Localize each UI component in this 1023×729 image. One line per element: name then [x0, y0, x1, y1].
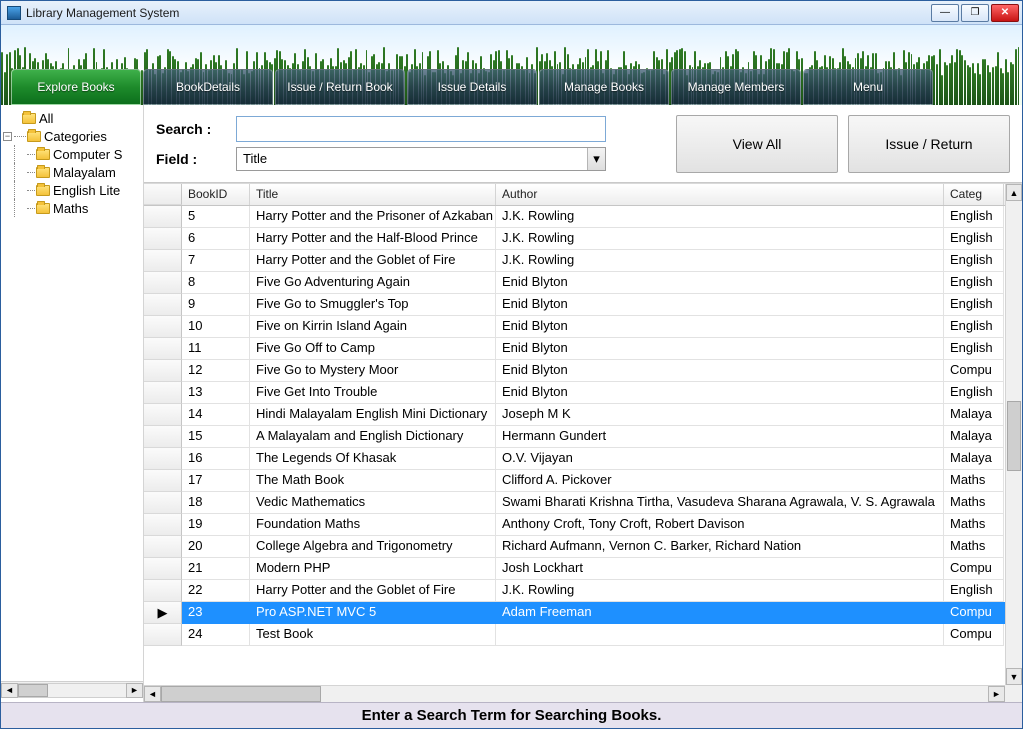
tab-issue-details[interactable]: Issue Details — [407, 69, 537, 105]
folder-icon — [36, 203, 50, 214]
tree-node-computer-s[interactable]: Computer S — [1, 145, 143, 163]
grid-v-scrollbar[interactable]: ▲ ▼ — [1005, 184, 1022, 685]
sidebar-h-scrollbar[interactable]: ◄ ► — [1, 681, 143, 698]
minimize-button[interactable]: — — [931, 4, 959, 22]
tree-node-categories[interactable]: −Categories — [1, 127, 143, 145]
tree-node-english-lite[interactable]: English Lite — [1, 181, 143, 199]
scroll-thumb[interactable] — [18, 684, 48, 697]
table-row[interactable]: 10Five on Kirrin Island AgainEnid Blyton… — [144, 316, 1005, 338]
category-sidebar: All−CategoriesComputer SMalayalamEnglish… — [1, 105, 144, 702]
column-header-title[interactable]: Title — [250, 184, 496, 205]
table-row[interactable]: 14Hindi Malayalam English Mini Dictionar… — [144, 404, 1005, 426]
grid-body[interactable]: 5Harry Potter and the Prisoner of Azkaba… — [144, 206, 1005, 685]
tab-manage-books[interactable]: Manage Books — [539, 69, 669, 105]
table-row[interactable]: 20College Algebra and TrigonometryRichar… — [144, 536, 1005, 558]
field-combobox[interactable]: Title ▾ — [236, 147, 606, 171]
header-banner: Explore BooksBookDetailsIssue / Return B… — [1, 25, 1022, 105]
folder-icon — [27, 131, 41, 142]
scroll-corner — [1005, 685, 1022, 702]
scroll-thumb[interactable] — [161, 686, 321, 702]
window-controls: — ❐ ✕ — [931, 4, 1019, 22]
table-row[interactable]: 21Modern PHPJosh LockhartCompu — [144, 558, 1005, 580]
tab-explore-books[interactable]: Explore Books — [11, 69, 141, 105]
tab-issue-return-book[interactable]: Issue / Return Book — [275, 69, 405, 105]
folder-icon — [36, 149, 50, 160]
tab-bookdetails[interactable]: BookDetails — [143, 69, 273, 105]
maximize-button[interactable]: ❐ — [961, 4, 989, 22]
grid-header: BookIDTitleAuthorCateg — [144, 184, 1005, 206]
tree-node-all[interactable]: All — [1, 109, 143, 127]
table-row[interactable]: ▶23Pro ASP.NET MVC 5Adam FreemanCompu — [144, 602, 1005, 624]
dropdown-icon: ▾ — [587, 148, 605, 170]
status-text: Enter a Search Term for Searching Books. — [362, 707, 662, 724]
table-row[interactable]: 9Five Go to Smuggler's TopEnid BlytonEng… — [144, 294, 1005, 316]
scroll-up-icon[interactable]: ▲ — [1006, 184, 1022, 201]
table-row[interactable]: 5Harry Potter and the Prisoner of Azkaba… — [144, 206, 1005, 228]
table-row[interactable]: 19Foundation MathsAnthony Croft, Tony Cr… — [144, 514, 1005, 536]
search-label: Search : — [156, 121, 236, 137]
table-row[interactable]: 13Five Get Into TroubleEnid BlytonEnglis… — [144, 382, 1005, 404]
table-row[interactable]: 18Vedic MathematicsSwami Bharati Krishna… — [144, 492, 1005, 514]
tab-menu[interactable]: Menu — [803, 69, 933, 105]
table-row[interactable]: 7Harry Potter and the Goblet of FireJ.K.… — [144, 250, 1005, 272]
tree-node-malayalam[interactable]: Malayalam — [1, 163, 143, 181]
app-icon — [7, 6, 21, 20]
search-panel: Search : Field : Title ▾ View All Issue … — [144, 105, 1022, 183]
table-row[interactable]: 15A Malayalam and English DictionaryHerm… — [144, 426, 1005, 448]
column-header-bookid[interactable]: BookID — [182, 184, 250, 205]
table-row[interactable]: 8Five Go Adventuring AgainEnid BlytonEng… — [144, 272, 1005, 294]
view-all-button[interactable]: View All — [676, 115, 838, 173]
status-bar: Enter a Search Term for Searching Books. — [1, 702, 1022, 728]
column-header-categ[interactable]: Categ — [944, 184, 1004, 205]
search-input[interactable] — [236, 116, 606, 142]
scroll-down-icon[interactable]: ▼ — [1006, 668, 1022, 685]
app-window: Library Management System — ❐ ✕ Explore … — [0, 0, 1023, 729]
titlebar: Library Management System — ❐ ✕ — [1, 1, 1022, 25]
window-title: Library Management System — [26, 6, 931, 20]
issue-return-button[interactable]: Issue / Return — [848, 115, 1010, 173]
folder-icon — [36, 167, 50, 178]
table-row[interactable]: 24Test BookCompu — [144, 624, 1005, 646]
close-button[interactable]: ✕ — [991, 4, 1019, 22]
field-label: Field : — [156, 151, 236, 167]
tab-manage-members[interactable]: Manage Members — [671, 69, 801, 105]
field-value: Title — [243, 151, 267, 166]
scroll-right-icon[interactable]: ► — [988, 686, 1005, 702]
scroll-right-icon[interactable]: ► — [126, 683, 143, 698]
table-row[interactable]: 6Harry Potter and the Half-Blood PrinceJ… — [144, 228, 1005, 250]
folder-icon — [36, 185, 50, 196]
column-header-author[interactable]: Author — [496, 184, 944, 205]
scroll-left-icon[interactable]: ◄ — [144, 686, 161, 702]
books-grid: BookIDTitleAuthorCateg 5Harry Potter and… — [144, 183, 1022, 702]
table-row[interactable]: 17The Math BookClifford A. PickoverMaths — [144, 470, 1005, 492]
table-row[interactable]: 22Harry Potter and the Goblet of FireJ.K… — [144, 580, 1005, 602]
table-row[interactable]: 11Five Go Off to CampEnid BlytonEnglish — [144, 338, 1005, 360]
folder-icon — [22, 113, 36, 124]
main-panel: Search : Field : Title ▾ View All Issue … — [144, 105, 1022, 702]
content-area: All−CategoriesComputer SMalayalamEnglish… — [1, 105, 1022, 702]
category-tree[interactable]: All−CategoriesComputer SMalayalamEnglish… — [1, 109, 143, 681]
grid-h-scrollbar[interactable]: ◄ ► — [144, 685, 1005, 702]
scroll-thumb[interactable] — [1007, 401, 1021, 471]
scroll-left-icon[interactable]: ◄ — [1, 683, 18, 698]
tree-node-maths[interactable]: Maths — [1, 199, 143, 217]
tab-bar: Explore BooksBookDetailsIssue / Return B… — [11, 69, 1012, 105]
table-row[interactable]: 12Five Go to Mystery MoorEnid BlytonComp… — [144, 360, 1005, 382]
table-row[interactable]: 16The Legends Of KhasakO.V. VijayanMalay… — [144, 448, 1005, 470]
